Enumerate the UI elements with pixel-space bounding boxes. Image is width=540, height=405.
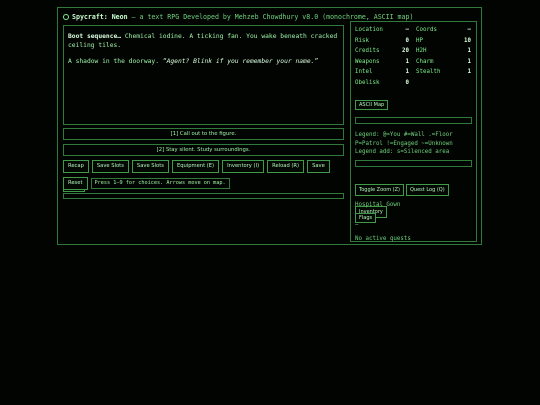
toggle-zoom-button[interactable]: Toggle Zoom (Z) xyxy=(355,184,404,196)
map-status-bar xyxy=(355,160,472,167)
stat-label: Charm xyxy=(416,58,434,65)
stat-value: — xyxy=(405,27,410,33)
quest-log-button[interactable]: Quest Log (Q) xyxy=(406,184,449,196)
legend-line: Legend: @=You #=Wall .=Floor xyxy=(355,132,453,138)
stats-row: Intel 1 Stealth 1 xyxy=(355,67,472,78)
stat-value: 1 xyxy=(405,69,410,76)
game-title: Spycraft: Neon xyxy=(72,13,128,21)
choice-2-button[interactable]: [2] Stay silent. Study surroundings. xyxy=(63,144,344,156)
sidebar: Location — Coords — Risk 0 HP 10 Credits 20 H… xyxy=(350,21,477,242)
stat-value: 0 xyxy=(405,37,410,44)
stat-value: 10 xyxy=(464,37,471,44)
stat-label: Weapons xyxy=(355,58,380,65)
legend-line: P=Patrol !=Engaged ~=Unknown xyxy=(355,140,453,147)
story-lead: Boot sequence… xyxy=(68,33,122,40)
map-legend: Legend: @=You #=Wall .=Floor P=Patrol !=… xyxy=(355,131,475,157)
story-paragraph-1: Boot sequence… Chemical iodine. A tickin… xyxy=(68,32,339,50)
stat-value: 1 xyxy=(405,58,410,65)
stat-label: H2H xyxy=(416,48,427,55)
stat-value: 1 xyxy=(467,69,472,76)
story-text-2: A shadow in the doorway. xyxy=(68,58,163,65)
quests-status: No active quests xyxy=(355,236,411,242)
stat-value: 20 xyxy=(402,48,409,55)
stat-label: Coords xyxy=(416,27,437,33)
stats-row: Weapons 1 Charm 1 xyxy=(355,57,472,68)
stat-label: Intel xyxy=(355,69,373,76)
stats-panel: Location — Coords — Risk 0 HP 10 Credits 20 H… xyxy=(355,25,472,89)
stats-row: Risk 0 HP 10 xyxy=(355,36,472,47)
stat-value: 1 xyxy=(467,48,472,55)
save-slots-button-2[interactable]: Save Slots xyxy=(131,160,169,173)
stat-label: Risk xyxy=(355,37,369,44)
equipment-button[interactable]: Equipment (E) xyxy=(171,160,220,173)
stat-label: Credits xyxy=(355,48,380,55)
stat-label: Stealth xyxy=(416,69,441,76)
stat-value: 0 xyxy=(405,79,410,86)
save-button[interactable]: Save xyxy=(307,160,330,173)
controls-hint: Press 1–9 for choices. Arrows move on ma… xyxy=(90,178,230,189)
reload-button[interactable]: Reload (R) xyxy=(267,160,305,173)
stat-value: — xyxy=(467,27,472,33)
story-quote: “Agent? Blink if you remember your name.… xyxy=(162,58,319,65)
progress-bar xyxy=(63,193,344,199)
recap-button[interactable]: Recap xyxy=(63,160,89,173)
stat-label: HP xyxy=(416,37,423,44)
reset-button[interactable]: Reset xyxy=(63,177,88,190)
status-dot-icon xyxy=(63,14,69,20)
game-subtitle: — a text RPG xyxy=(131,13,180,21)
inventory-button[interactable]: Inventory (I) xyxy=(222,160,265,173)
game-window: Spycraft: Neon — a text RPG Developed by… xyxy=(57,7,482,245)
game-credit: Developed by Mehzeb Chowdhury v8.0 (mono… xyxy=(183,13,414,21)
inventory-item: Hospital Gown xyxy=(355,202,401,208)
map-display xyxy=(355,117,472,124)
stat-label: Location xyxy=(355,27,383,33)
save-slots-button[interactable]: Save Slots xyxy=(91,160,129,173)
story-paragraph-2: A shadow in the doorway. “Agent? Blink i… xyxy=(68,57,339,66)
stats-row: Location — Coords — xyxy=(355,25,472,36)
story-panel: Boot sequence… Chemical iodine. A tickin… xyxy=(63,25,344,125)
stat-value: 1 xyxy=(467,58,472,65)
stat-label: Obelisk xyxy=(355,79,380,86)
legend-line: Legend add: s=Silenced area xyxy=(355,149,450,155)
ascii-map-button[interactable]: ASCII Map xyxy=(355,100,389,110)
flags-value: — xyxy=(355,222,359,228)
stats-row: Credits 20 H2H 1 xyxy=(355,46,472,57)
choice-1-button[interactable]: [1] Call out to the figure. xyxy=(63,128,344,140)
stats-row: Obelisk 0 xyxy=(355,78,472,89)
